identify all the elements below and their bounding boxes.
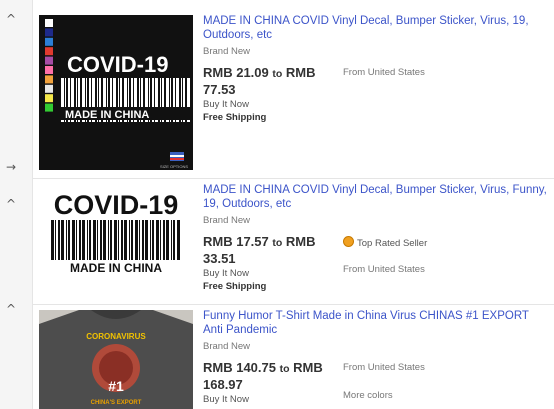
collapse-icon[interactable]: ^ bbox=[6, 197, 16, 211]
barcode-bar bbox=[118, 220, 119, 264]
decal-subline: MADE IN CHINA bbox=[70, 261, 162, 275]
item-condition: Brand New bbox=[203, 215, 250, 226]
color-swatch bbox=[45, 94, 53, 103]
barcode-bar bbox=[68, 220, 70, 264]
list-item[interactable]: COVID-19 MADE IN CHINA MADE IN CHINA COV… bbox=[33, 178, 554, 305]
barcode-bar bbox=[124, 220, 127, 264]
barcode-bar bbox=[139, 220, 140, 264]
barcode-bar bbox=[93, 220, 96, 264]
barcode-bar bbox=[87, 220, 88, 264]
color-swatch bbox=[45, 56, 53, 65]
barcode-bar bbox=[177, 220, 180, 264]
arrow-right-icon[interactable]: → bbox=[6, 160, 16, 174]
item-price: RMB 17.57 to RMB 33.51 bbox=[203, 234, 316, 266]
barcode-bar bbox=[145, 220, 148, 264]
item-title-link[interactable]: MADE IN CHINA COVID Vinyl Decal, Bumper … bbox=[203, 184, 548, 211]
barcode-bar bbox=[61, 220, 64, 264]
shirt-top-text: CORONAVIRUS bbox=[86, 332, 146, 341]
barcode-bar bbox=[110, 220, 112, 264]
collapse-icon[interactable]: ^ bbox=[6, 302, 16, 316]
barcode-bar bbox=[150, 220, 151, 264]
color-swatch bbox=[45, 47, 53, 56]
barcode-bar bbox=[129, 220, 130, 264]
barcode-bar bbox=[131, 220, 133, 264]
top-rated-badge: Top Rated Seller bbox=[343, 236, 427, 249]
item-thumbnail[interactable]: COVID-19 MADE IN CHINA SIZE OPTIONS bbox=[39, 15, 193, 170]
color-swatch bbox=[45, 75, 53, 84]
decal-subline: MADE IN CHINA bbox=[65, 109, 149, 121]
item-details: Funny Humor T-Shirt Made in China Virus … bbox=[203, 310, 548, 405]
item-thumbnail[interactable]: CORONAVIRUS #1 CHINA'S EXPORT bbox=[39, 310, 193, 409]
color-swatch bbox=[45, 19, 53, 27]
more-colors[interactable]: More colors bbox=[343, 390, 393, 401]
barcode-bar bbox=[114, 220, 117, 264]
item-price: RMB 21.09 to RMB 77.53 bbox=[203, 65, 316, 97]
barcode-bar bbox=[66, 220, 67, 264]
collapse-icon[interactable]: ^ bbox=[6, 12, 16, 26]
barcode-bar bbox=[58, 220, 60, 264]
item-price: RMB 140.75 to RMB 168.97 bbox=[203, 360, 323, 392]
barcode-bar bbox=[135, 220, 138, 264]
barcode-bar bbox=[72, 220, 75, 264]
item-location: From United States bbox=[343, 362, 425, 373]
color-swatch bbox=[45, 66, 53, 74]
top-rated-icon bbox=[343, 236, 354, 247]
shipping-info: Free Shipping bbox=[203, 112, 267, 123]
barcode-bar bbox=[55, 220, 56, 264]
item-location: From United States bbox=[343, 67, 425, 78]
item-location: From United States bbox=[343, 264, 425, 275]
barcode-bar bbox=[156, 220, 159, 264]
barcode-bar bbox=[79, 220, 81, 264]
color-swatch bbox=[45, 37, 53, 46]
list-item[interactable]: CORONAVIRUS #1 CHINA'S EXPORT Funny Humo… bbox=[33, 304, 554, 409]
barcode-bar bbox=[100, 220, 102, 264]
price-row: RMB 21.09 to RMB 77.53 From United State… bbox=[203, 65, 548, 97]
barcode-bar bbox=[76, 220, 77, 264]
barcode-bar bbox=[89, 220, 91, 264]
shirt-bottom-text: CHINA'S EXPORT bbox=[91, 400, 142, 406]
barcode-bar bbox=[166, 220, 169, 264]
decal-headline: COVID-19 bbox=[54, 190, 179, 220]
barcode-bar bbox=[108, 220, 109, 264]
barcode-bar bbox=[82, 220, 85, 264]
item-title-link[interactable]: MADE IN CHINA COVID Vinyl Decal, Bumper … bbox=[203, 15, 548, 42]
shipping-info: Free Shipping bbox=[203, 281, 267, 292]
color-swatch bbox=[45, 103, 53, 112]
item-condition: Brand New bbox=[203, 341, 250, 352]
buy-format: Buy It Now bbox=[203, 99, 249, 110]
barcode-bar bbox=[103, 220, 106, 264]
barcode-bar bbox=[160, 220, 161, 264]
item-condition: Brand New bbox=[203, 46, 250, 57]
item-details: MADE IN CHINA COVID Vinyl Decal, Bumper … bbox=[203, 184, 548, 292]
shirt-badge: #1 bbox=[108, 378, 124, 394]
price-row: RMB 17.57 to RMB 33.51 Top Rated Seller … bbox=[203, 234, 548, 275]
barcode-bar bbox=[171, 220, 172, 264]
barcode-bar bbox=[121, 220, 123, 264]
barcode-bar bbox=[163, 220, 165, 264]
decal-image: COVID-19 MADE IN CHINA SIZE OPTIONS bbox=[39, 15, 193, 170]
color-swatch bbox=[45, 28, 53, 37]
price-row: RMB 140.75 to RMB 168.97 From United Sta… bbox=[203, 360, 548, 401]
item-thumbnail[interactable]: COVID-19 MADE IN CHINA bbox=[39, 184, 193, 276]
list-item[interactable]: COVID-19 MADE IN CHINA SIZE OPTIONS MADE… bbox=[33, 0, 554, 179]
search-results: COVID-19 MADE IN CHINA SIZE OPTIONS MADE… bbox=[32, 0, 554, 409]
decal-image: COVID-19 MADE IN CHINA bbox=[39, 184, 193, 276]
barcode-bar bbox=[173, 220, 175, 264]
left-gutter: ^ → ^ ^ bbox=[0, 0, 32, 409]
barcode-bar bbox=[152, 220, 154, 264]
item-details: MADE IN CHINA COVID Vinyl Decal, Bumper … bbox=[203, 15, 548, 123]
barcode-bar bbox=[142, 220, 144, 264]
decal-headline: COVID-19 bbox=[67, 52, 168, 77]
item-title-link[interactable]: Funny Humor T-Shirt Made in China Virus … bbox=[203, 310, 548, 337]
color-swatch bbox=[45, 84, 53, 93]
decal-footer: SIZE OPTIONS bbox=[160, 164, 188, 169]
barcode-bar bbox=[51, 220, 54, 264]
tshirt-image: CORONAVIRUS #1 CHINA'S EXPORT bbox=[39, 310, 193, 409]
barcode-bar bbox=[97, 220, 98, 264]
